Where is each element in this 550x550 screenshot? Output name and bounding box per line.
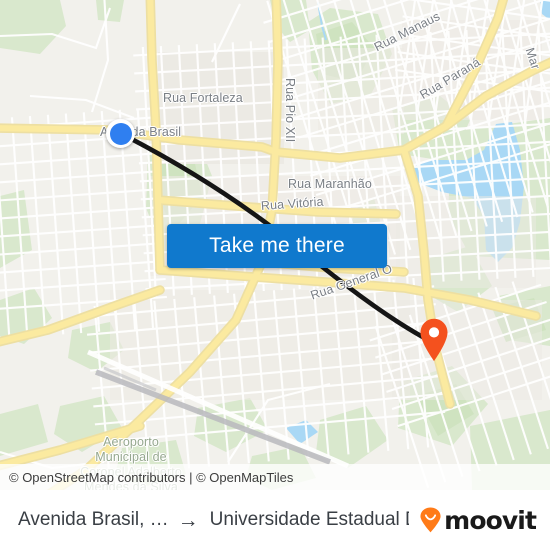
moovit-wordmark: moovit: [444, 505, 537, 535]
map-attribution-bar: © OpenStreetMap contributors | © OpenMap…: [0, 464, 550, 490]
moovit-logo[interactable]: moovit: [419, 505, 537, 535]
take-me-there-button[interactable]: Take me there: [167, 224, 387, 268]
route-arrow-icon: →: [177, 509, 199, 531]
route-origin-label: Avenida Brasil, …: [18, 509, 169, 530]
map-canvas[interactable]: Rua Fortaleza Rua Manaus Rua Pio XII Rua…: [0, 0, 550, 490]
bottom-bar: Avenida Brasil, … → Universidade Estadua…: [0, 490, 550, 550]
origin-dot: [109, 122, 132, 145]
moovit-map-screen: Rua Fortaleza Rua Manaus Rua Pio XII Rua…: [0, 0, 550, 550]
route-destination-label: Universidade Estadual Do Oeste…: [209, 509, 410, 530]
route-summary: Avenida Brasil, … → Universidade Estadua…: [18, 509, 409, 531]
moovit-pin-icon: [419, 507, 442, 533]
origin-marker[interactable]: [106, 119, 135, 148]
attribution-text[interactable]: © OpenStreetMap contributors | © OpenMap…: [9, 470, 293, 485]
destination-pin-icon[interactable]: [419, 318, 449, 362]
